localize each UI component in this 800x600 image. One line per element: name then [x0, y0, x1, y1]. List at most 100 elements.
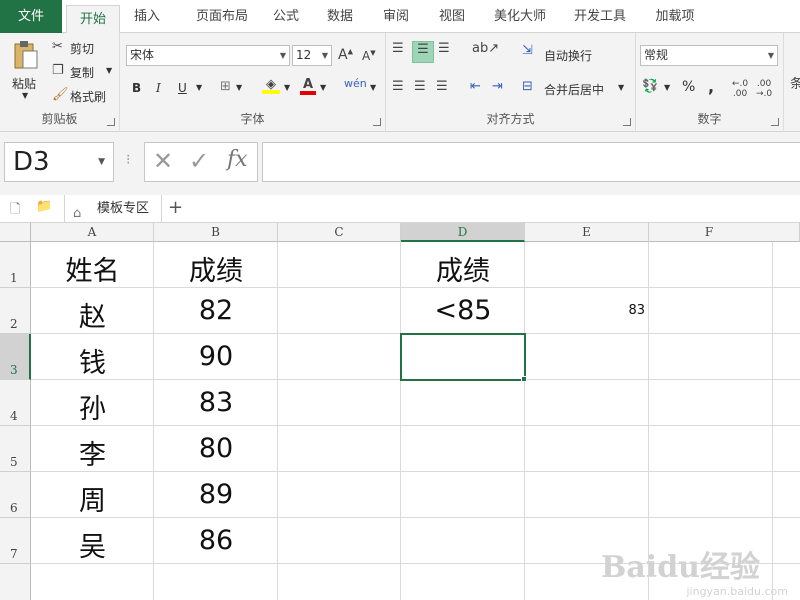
column-header-b[interactable]: B: [154, 223, 278, 242]
cell-b7[interactable]: 86: [154, 525, 278, 556]
number-launcher-icon[interactable]: [771, 118, 779, 126]
orientation-icon[interactable]: ab↗: [472, 41, 499, 56]
alignment-launcher-icon[interactable]: [623, 118, 631, 126]
selected-cell-d3[interactable]: [400, 333, 526, 381]
align-left-icon[interactable]: ☰: [392, 79, 404, 94]
row-header-4[interactable]: 4: [0, 380, 31, 426]
comma-button[interactable]: ,: [708, 77, 714, 96]
row-header-6[interactable]: 6: [0, 472, 31, 518]
decrease-decimal-icon[interactable]: .00 →.0: [756, 79, 772, 99]
tab-page-layout[interactable]: 页面布局: [186, 0, 258, 33]
cut-button[interactable]: 剪切: [70, 40, 94, 57]
increase-indent-icon[interactable]: ⇥: [492, 79, 503, 94]
cell-b1[interactable]: 成绩: [154, 249, 278, 288]
decrease-font-icon[interactable]: A▼: [362, 49, 376, 63]
fill-handle[interactable]: [521, 376, 527, 382]
border-icon[interactable]: ⊞: [220, 79, 231, 94]
font-color-icon[interactable]: A: [300, 77, 316, 95]
cell-b3[interactable]: 90: [154, 341, 278, 372]
row-header-3[interactable]: 3: [0, 334, 31, 380]
fill-color-dropdown-icon[interactable]: ▼: [284, 83, 290, 92]
conditional-format-icon[interactable]: 条: [790, 73, 800, 92]
number-format-select[interactable]: 常规 ▼: [640, 45, 778, 66]
align-center-icon[interactable]: ☰: [414, 79, 426, 94]
tab-formulas[interactable]: 公式: [266, 0, 306, 33]
tab-review[interactable]: 审阅: [376, 0, 416, 33]
accounting-format-icon[interactable]: 💱: [642, 79, 658, 94]
cell-d1[interactable]: 成绩: [401, 249, 525, 288]
cell-a6[interactable]: 周: [31, 479, 154, 518]
paste-dropdown-icon[interactable]: ▼: [22, 91, 28, 100]
cell-b5[interactable]: 80: [154, 433, 278, 464]
tab-developer[interactable]: 开发工具: [568, 0, 632, 33]
cell-e2[interactable]: 83: [525, 303, 649, 318]
formula-input[interactable]: [262, 142, 800, 182]
tab-data[interactable]: 数据: [320, 0, 360, 33]
column-header-c[interactable]: C: [278, 223, 401, 242]
column-header-d[interactable]: D: [401, 223, 525, 242]
clipboard-launcher-icon[interactable]: [107, 118, 115, 126]
fill-color-icon[interactable]: ◈: [262, 77, 280, 94]
align-top-icon[interactable]: ☰: [392, 41, 404, 56]
decrease-indent-icon[interactable]: ⇤: [470, 79, 481, 94]
enter-check-icon[interactable]: ✓: [189, 147, 209, 175]
merge-dropdown-icon[interactable]: ▼: [618, 83, 624, 92]
open-folder-icon[interactable]: 📁: [36, 199, 52, 214]
underline-dropdown-icon[interactable]: ▼: [196, 83, 202, 92]
italic-button[interactable]: I: [156, 81, 161, 95]
wrap-text-button[interactable]: 自动换行: [544, 47, 592, 64]
row-header-8[interactable]: [0, 564, 31, 600]
cell-a7[interactable]: 吴: [31, 525, 154, 564]
formula-bar-splitter-icon[interactable]: ⁝: [126, 152, 130, 168]
row-header-5[interactable]: 5: [0, 426, 31, 472]
cell-a1[interactable]: 姓名: [31, 249, 154, 288]
merge-center-button[interactable]: 合并后居中: [544, 81, 604, 98]
paste-icon[interactable]: [12, 39, 40, 71]
phonetic-icon[interactable]: wén: [344, 77, 367, 90]
tab-addins[interactable]: 加载项: [648, 0, 702, 33]
align-right-icon[interactable]: ☰: [436, 79, 448, 94]
workbook-tab-template[interactable]: ⌂ 模板专区: [64, 195, 162, 223]
copy-dropdown-icon[interactable]: ▼: [106, 66, 112, 75]
percent-button[interactable]: %: [682, 79, 695, 95]
font-name-select[interactable]: 宋体 ▼: [126, 45, 290, 66]
increase-font-icon[interactable]: A▲: [338, 47, 353, 63]
name-box[interactable]: D3 ▼: [4, 142, 114, 182]
cell-a5[interactable]: 李: [31, 433, 154, 472]
align-bottom-icon[interactable]: ☰: [438, 41, 450, 56]
cell-a4[interactable]: 孙: [31, 387, 154, 426]
accounting-dropdown-icon[interactable]: ▼: [664, 83, 670, 92]
align-middle-icon[interactable]: ☰: [412, 41, 434, 63]
font-launcher-icon[interactable]: [373, 118, 381, 126]
function-icon[interactable]: fx: [227, 147, 248, 172]
row-header-2[interactable]: 2: [0, 288, 31, 334]
tab-insert[interactable]: 插入: [124, 0, 170, 33]
column-header-a[interactable]: A: [31, 223, 154, 242]
border-dropdown-icon[interactable]: ▼: [236, 83, 242, 92]
tab-file[interactable]: 文件: [0, 0, 62, 33]
increase-decimal-icon[interactable]: ←.0.00: [732, 79, 748, 99]
font-color-dropdown-icon[interactable]: ▼: [320, 83, 326, 92]
phonetic-dropdown-icon[interactable]: ▼: [370, 83, 376, 92]
tab-view[interactable]: 视图: [432, 0, 472, 33]
cell-b2[interactable]: 82: [154, 295, 278, 326]
add-tab-icon[interactable]: +: [168, 197, 183, 218]
format-painter-button[interactable]: 格式刷: [70, 88, 106, 105]
font-size-select[interactable]: 12 ▼: [292, 45, 332, 66]
new-file-icon[interactable]: 🗋: [10, 200, 20, 222]
column-header-e[interactable]: E: [525, 223, 649, 242]
select-all-corner[interactable]: [0, 223, 31, 242]
cell-a2[interactable]: 赵: [31, 295, 154, 334]
cell-b6[interactable]: 89: [154, 479, 278, 510]
cell-d2[interactable]: <85: [401, 295, 525, 326]
cancel-icon[interactable]: ✕: [153, 147, 173, 175]
underline-button[interactable]: U: [178, 81, 187, 95]
tab-home[interactable]: 开始: [66, 5, 120, 34]
copy-button[interactable]: 复制: [70, 64, 94, 81]
cell-a3[interactable]: 钱: [31, 341, 154, 380]
paste-button[interactable]: 粘贴: [12, 75, 36, 92]
row-header-7[interactable]: 7: [0, 518, 31, 564]
row-header-1[interactable]: 1: [0, 242, 31, 288]
column-header-f[interactable]: F: [649, 223, 800, 242]
cell-b4[interactable]: 83: [154, 387, 278, 418]
